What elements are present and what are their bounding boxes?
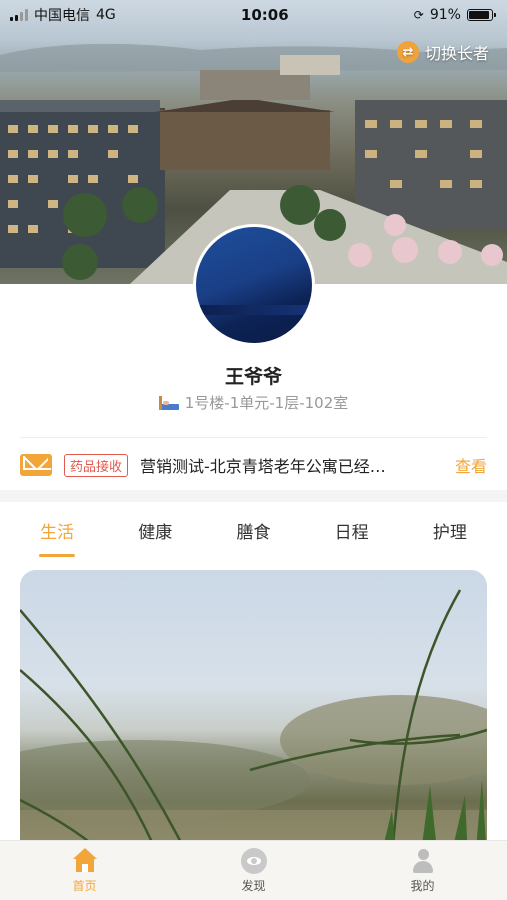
user-icon — [410, 848, 436, 874]
battery-fill — [468, 11, 489, 19]
tab-schedule[interactable]: 日程 — [322, 518, 382, 543]
category-tabs: 生活 健康 膳食 日程 护理 — [0, 502, 507, 564]
tabbar-home[interactable]: 首页 — [35, 847, 135, 894]
network-label: 4G — [96, 7, 116, 23]
divider — [20, 437, 487, 438]
tabbar-discover[interactable]: 发现 — [204, 847, 304, 894]
battery-icon — [466, 9, 496, 21]
tab-meals[interactable]: 膳食 — [223, 518, 283, 543]
avatar[interactable] — [193, 224, 315, 346]
room-label: 1号楼-1单元-1层-102室 — [184, 394, 349, 412]
bottom-tab-bar: 首页 发现 我的 — [0, 840, 507, 900]
life-photo-card[interactable] — [20, 570, 487, 860]
discover-icon — [240, 847, 267, 874]
status-right: ⟳ 91% — [413, 7, 496, 23]
notice-tag: 药品接收 — [64, 453, 129, 477]
tabbar-mine[interactable]: 我的 — [373, 848, 473, 894]
switch-elder-label: 切换长者 — [424, 44, 489, 63]
home-icon — [72, 847, 98, 874]
mail-icon — [20, 454, 52, 476]
status-left: 中国电信 4G — [10, 5, 116, 25]
swap-arrows-icon: ⇄ — [396, 41, 419, 63]
room-info: 1号楼-1单元-1层-102室 — [0, 392, 507, 413]
tabbar-mine-label: 我的 — [410, 878, 435, 893]
tabbar-home-label: 首页 — [72, 878, 97, 893]
battery-percent: 91% — [429, 7, 461, 23]
switch-elder-button[interactable]: ⇄ 切换长者 — [396, 40, 489, 64]
signal-icon — [10, 9, 28, 21]
grass-photo — [20, 589, 487, 860]
elder-name: 王爷爷 — [224, 366, 282, 388]
tab-life[interactable]: 生活 — [27, 518, 87, 557]
carrier-label: 中国电信 — [34, 8, 90, 24]
status-bar: 中国电信 4G 10:06 ⟳ 91% — [0, 0, 507, 30]
view-link[interactable]: 查看 — [455, 453, 487, 477]
content-area — [0, 564, 507, 860]
bed-icon — [158, 395, 179, 410]
notice-bar[interactable]: 药品接收 营销测试-北京青塔老年公寓已经… 查看 — [0, 448, 507, 482]
orientation-lock-icon: ⟳ — [413, 8, 424, 22]
notice-text: 营销测试-北京青塔老年公寓已经… — [140, 457, 386, 476]
status-time: 10:06 — [240, 6, 289, 24]
tab-care[interactable]: 护理 — [420, 518, 480, 543]
tabbar-discover-label: 发现 — [241, 878, 266, 893]
tab-health[interactable]: 健康 — [125, 518, 185, 543]
